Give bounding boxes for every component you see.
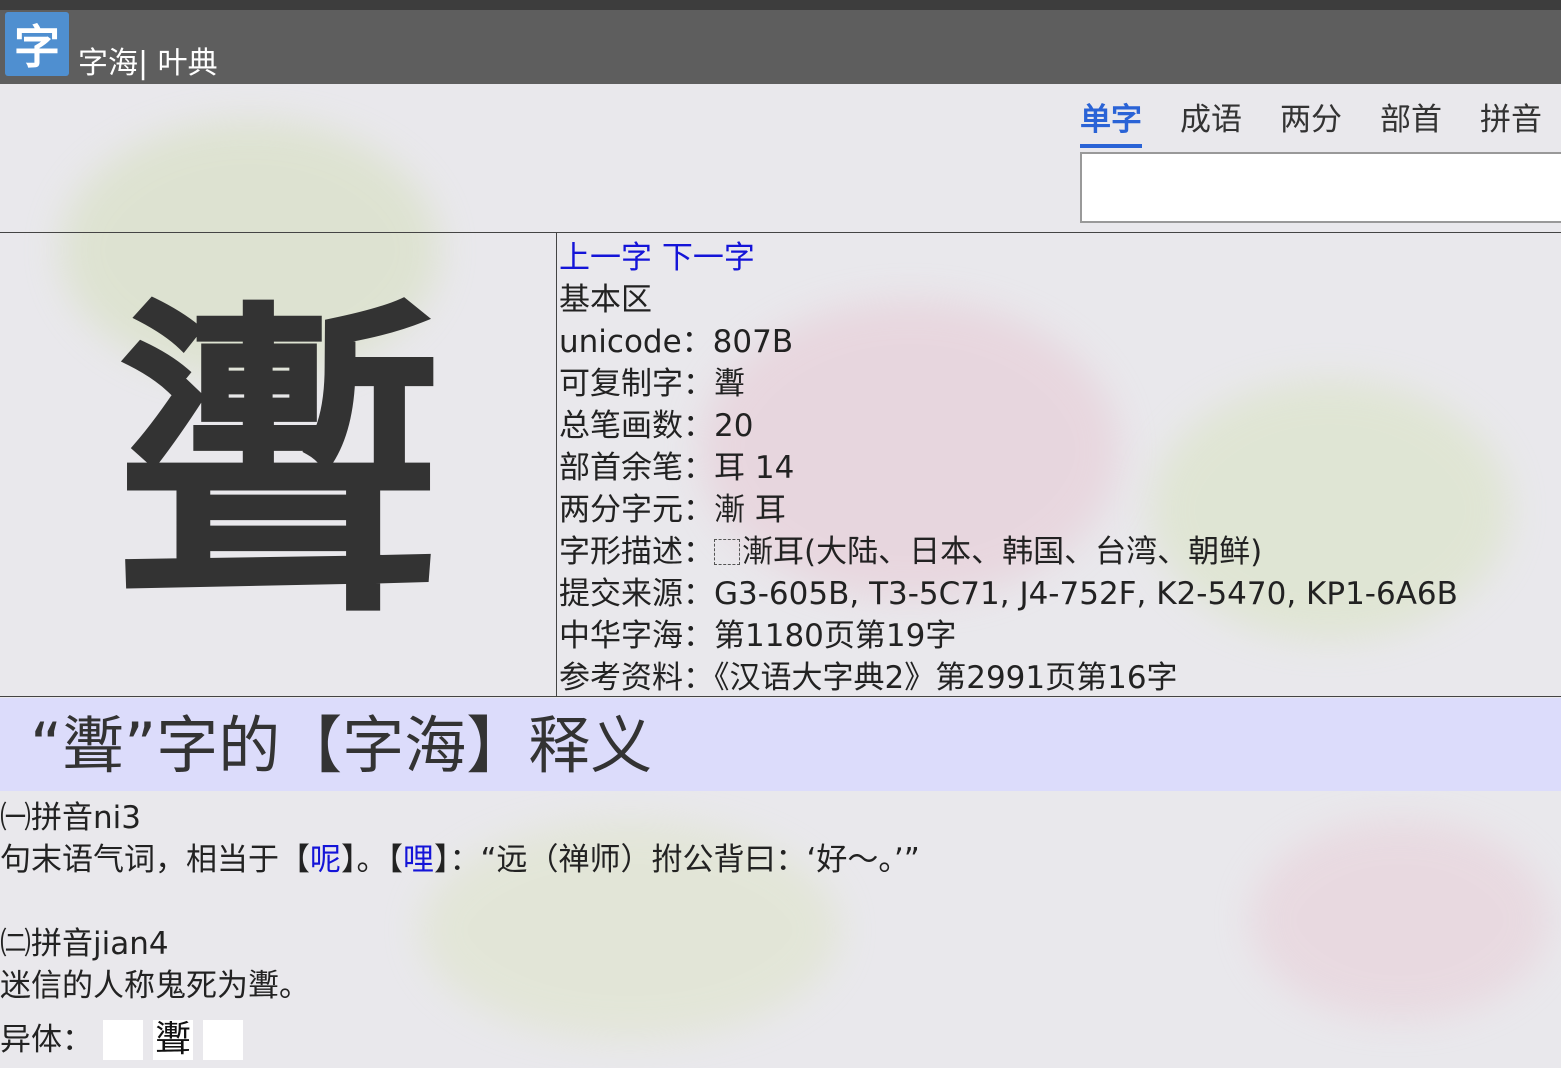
tab-two-part[interactable]: 两分 [1280,98,1342,148]
ids-glyph-icon [714,539,740,565]
components-value: 漸 耳 [714,492,786,528]
source-label: 提交来源： [559,576,714,612]
strokes-value: 20 [714,408,753,444]
source-value: G3-605B, T3-5C71, J4-752F, K2-5470, KP1-… [714,576,1458,612]
reference-value: 《汉语大字典2》第2991页第16字 [714,660,1178,696]
components-label: 两分字元： [559,492,714,528]
unicode-value: 807B [713,324,793,360]
character-info-list: 上一字 下一字 基本区 unicode：807B 可复制字：聻 总笔画数：20 … [559,237,1458,699]
unicode-label: unicode： [559,324,713,360]
source-row: 提交来源：G3-605B, T3-5C71, J4-752F, K2-5470,… [559,573,1458,615]
sense2-title: ㈡拼音jian4 [0,923,920,965]
sense1-mid: 】。【 [341,842,403,878]
copyable-label: 可复制字： [559,366,714,402]
big-character: 聻 [113,300,443,630]
background-map-blob [1250,820,1550,1020]
radical-row: 部首余笔：耳 14 [559,447,1458,489]
tab-pinyin[interactable]: 拼音 [1480,98,1542,148]
shape-label: 字形描述： [559,534,714,570]
next-char-link[interactable]: 下一字 [662,240,755,276]
unicode-row: unicode：807B [559,321,1458,363]
variant-glyph[interactable]: 𤅍 [203,1020,243,1060]
copyable-value[interactable]: 聻 [714,366,745,402]
shape-row: 字形描述： 漸耳(大陆、日本、韩国、台湾、朝鲜) [559,531,1458,573]
big-character-cell: 聻 [0,233,557,697]
variants-row: 异体： 𦗑 聻 𤅍 [0,1010,243,1068]
definition-heading: “聻”字的【字海】释义 [30,708,652,784]
site-title[interactable]: 字海| 叶典 [78,46,218,82]
spacer [0,881,920,923]
link-ne[interactable]: 呢 [310,842,341,878]
tab-idiom[interactable]: 成语 [1180,98,1242,148]
variant-glyph[interactable]: 𦗑 [103,1020,143,1060]
zhonghua-row: 中华字海：第1180页第19字 [559,615,1458,657]
radical-label: 部首余笔： [559,450,714,486]
browser-strip [0,0,1561,10]
link-li[interactable]: 哩 [403,842,434,878]
strokes-row: 总笔画数：20 [559,405,1458,447]
site-logo-icon[interactable]: 字 [5,12,69,76]
block-row: 基本区 [559,279,1458,321]
zhonghua-label: 中华字海： [559,618,714,654]
variant-glyph[interactable]: 聻 [153,1020,193,1060]
nav-links-row: 上一字 下一字 [559,237,1458,279]
top-bar: 字 字海| 叶典 [0,0,1561,84]
variants-label: 异体： [0,1010,93,1068]
tab-single-char[interactable]: 单字 [1080,98,1142,148]
components-row: 两分字元：漸 耳 [559,489,1458,531]
sense1-title: ㈠拼音ni3 [0,797,920,839]
copyable-row: 可复制字：聻 [559,363,1458,405]
sense1-text: 句末语气词，相当于【呢】。【哩】：“远（禅师）拊公背曰：‘好～。’” [0,839,920,881]
strokes-label: 总笔画数： [559,408,714,444]
sense1-post: 】：“远（禅师）拊公背曰：‘好～。’” [434,842,920,878]
definition-heading-bar: “聻”字的【字海】释义 [0,698,1561,791]
search-tabs: 单字 成语 两分 部首 拼音 [1080,98,1542,148]
reference-label: 参考资料： [559,660,714,696]
zhonghua-value: 第1180页第19字 [714,618,956,654]
sense2-text: 迷信的人称鬼死为聻。 [0,965,920,1007]
radical-value: 耳 14 [714,450,794,486]
definitions: ㈠拼音ni3 句末语气词，相当于【呢】。【哩】：“远（禅师）拊公背曰：‘好～。’… [0,797,920,1007]
prev-char-link[interactable]: 上一字 [559,240,652,276]
tab-radical[interactable]: 部首 [1380,98,1442,148]
sense1-pre: 句末语气词，相当于【 [0,842,310,878]
reference-row: 参考资料：《汉语大字典2》第2991页第16字 [559,657,1458,699]
shape-value: 漸耳(大陆、日本、韩国、台湾、朝鲜) [742,534,1262,570]
search-input[interactable] [1080,152,1561,223]
character-info-section: 聻 上一字 下一字 基本区 unicode：807B 可复制字：聻 总笔画数：2… [0,232,1561,697]
